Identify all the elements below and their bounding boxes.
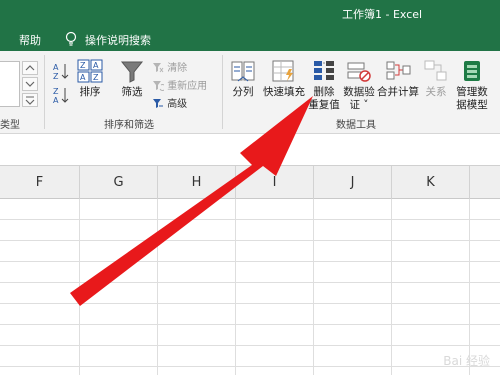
svg-text:Z: Z xyxy=(93,73,99,82)
sort-button[interactable]: Z A A Z 排序 xyxy=(74,59,106,99)
remove-duplicates-icon xyxy=(314,61,334,80)
grid-line xyxy=(79,199,80,375)
grid-line xyxy=(469,199,470,375)
column-header-g[interactable]: G xyxy=(80,166,158,199)
data-types-group-label: 类型 xyxy=(0,120,20,131)
grid-line xyxy=(235,199,236,375)
lightbulb-icon[interactable] xyxy=(64,31,78,47)
consolidate-button[interactable]: 合并计算 xyxy=(376,59,420,99)
data-validation-icon xyxy=(347,62,371,82)
group-separator xyxy=(222,55,223,129)
relationships-icon xyxy=(424,60,447,81)
gallery-more[interactable] xyxy=(22,93,38,107)
sort-label: 排序 xyxy=(79,86,101,98)
svg-text:A: A xyxy=(93,61,99,70)
chevron-down-icon xyxy=(25,81,35,87)
reapply-command[interactable]: 重新应用 xyxy=(152,77,207,92)
grid-line xyxy=(0,324,500,325)
svg-text:A: A xyxy=(80,73,86,82)
svg-text:A: A xyxy=(53,63,59,72)
grid-line xyxy=(157,199,158,375)
remove-duplicates-button[interactable]: 删除 重复值 xyxy=(305,59,343,112)
advanced-filter-command[interactable]: 高级 xyxy=(152,95,187,110)
flash-fill-icon xyxy=(272,60,294,82)
consolidate-icon xyxy=(386,61,411,80)
clear-filter-icon xyxy=(153,63,164,73)
gallery-expand-icon xyxy=(25,96,35,105)
grid-line xyxy=(0,366,500,367)
watermark: Bai 经验 xyxy=(443,354,490,368)
filter-button[interactable]: 筛选 xyxy=(114,59,150,99)
window-title: 工作簿1 - Excel xyxy=(342,8,423,21)
sort-icon: Z A A Z xyxy=(77,59,103,83)
group-separator xyxy=(44,55,45,129)
grid-line xyxy=(0,219,500,220)
gallery-scroll-up[interactable] xyxy=(22,61,38,75)
tell-me-search[interactable]: 操作说明搜索 xyxy=(85,32,151,48)
sort-filter-group-label: 排序和筛选 xyxy=(104,120,154,131)
column-header-f[interactable]: F xyxy=(0,166,80,199)
svg-text:Z: Z xyxy=(53,72,59,81)
grid-line xyxy=(0,303,500,304)
grid-line xyxy=(0,261,500,262)
cell-grid[interactable] xyxy=(0,199,500,375)
grid-line xyxy=(0,345,500,346)
filter-funnel-icon xyxy=(120,61,144,83)
relationships-button[interactable]: 关系 xyxy=(421,59,451,99)
sort-descending-icon[interactable]: Z A xyxy=(52,85,70,105)
data-tools-group-label: 数据工具 xyxy=(336,120,376,131)
grid-line xyxy=(391,199,392,375)
svg-text:A: A xyxy=(53,96,59,105)
gallery-scroll-down[interactable] xyxy=(22,77,38,91)
flash-fill-button[interactable]: 快速填充 xyxy=(262,59,306,99)
advanced-filter-icon xyxy=(153,99,163,108)
manage-data-model-button[interactable]: 管理数 据模型 xyxy=(452,59,492,112)
filter-label: 筛选 xyxy=(121,86,143,98)
text-to-columns-icon xyxy=(231,61,255,82)
data-model-icon xyxy=(464,61,480,81)
formula-bar[interactable] xyxy=(0,134,500,166)
column-header-row: F G H I J K xyxy=(0,166,500,199)
column-header-h[interactable]: H xyxy=(158,166,236,199)
menu-bar: 帮助 操作说明搜索 xyxy=(0,28,500,51)
grid-line xyxy=(0,240,500,241)
data-validation-button[interactable]: 数据验 证 ˅ xyxy=(342,59,376,112)
title-bar: 工作簿1 - Excel xyxy=(0,0,500,28)
text-to-columns-button[interactable]: 分列 xyxy=(226,59,260,99)
tab-help[interactable]: 帮助 xyxy=(19,32,41,48)
ribbon: 类型 A Z Z A Z A A Z 排序 筛选 清除 重新应用 高级 排序和筛… xyxy=(0,51,500,134)
reapply-icon xyxy=(153,81,167,92)
clear-filter-command[interactable]: 清除 xyxy=(152,59,187,74)
data-type-gallery[interactable] xyxy=(0,61,20,107)
column-header-j[interactable]: J xyxy=(314,166,392,199)
svg-text:Z: Z xyxy=(80,61,86,70)
grid-line xyxy=(313,199,314,375)
column-header-i[interactable]: I xyxy=(236,166,314,199)
grid-line xyxy=(0,282,500,283)
chevron-up-icon xyxy=(25,65,35,71)
sort-ascending-icon[interactable]: A Z xyxy=(52,61,70,81)
column-header-k[interactable]: K xyxy=(392,166,470,199)
svg-text:Z: Z xyxy=(53,87,59,96)
